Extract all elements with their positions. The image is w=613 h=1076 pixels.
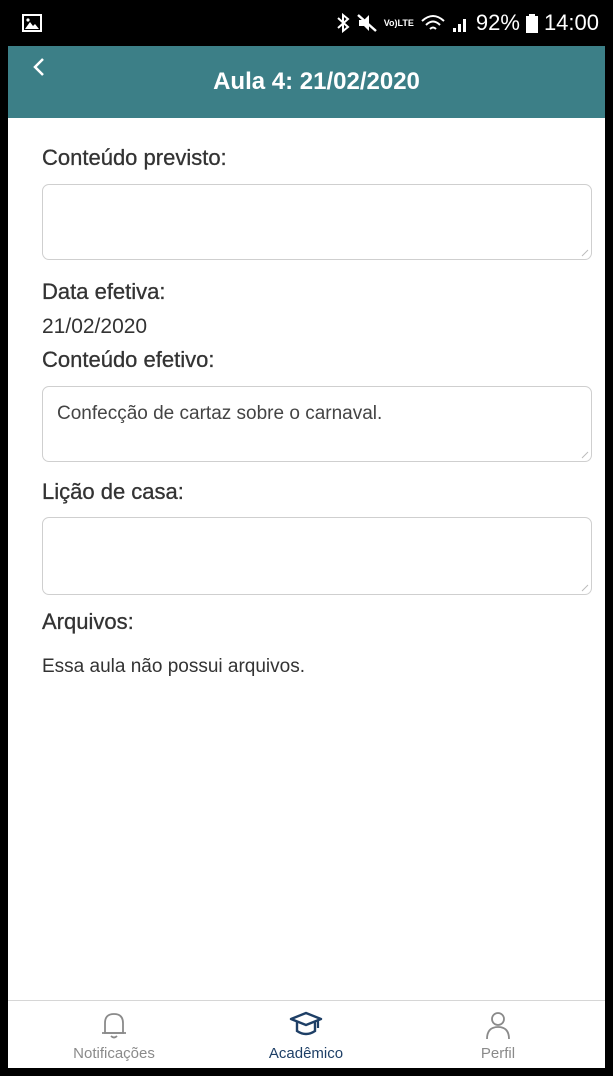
- mute-icon: [356, 13, 378, 33]
- lte-label: LTE: [397, 17, 414, 28]
- bluetooth-icon: [336, 13, 350, 33]
- conteudo-previsto-label: Conteúdo previsto:: [42, 145, 227, 170]
- resize-handle-icon[interactable]: [581, 584, 589, 592]
- battery-percent: 92%: [475, 10, 520, 35]
- clock: 14:00: [543, 10, 599, 35]
- arquivos-label: Arquivos:: [42, 609, 134, 634]
- licao-de-casa-label: Lição de casa:: [42, 479, 184, 504]
- nav-item-notificacoes[interactable]: Notificações: [34, 1007, 194, 1062]
- licao-de-casa-field[interactable]: [42, 517, 592, 595]
- wifi-icon: [420, 13, 446, 33]
- nav-item-perfil[interactable]: Perfil: [418, 1007, 578, 1062]
- bell-icon: [34, 1007, 194, 1043]
- status-icons: Vo) LTE 92% 14:00: [336, 8, 599, 38]
- resize-handle-icon[interactable]: [581, 451, 589, 459]
- volte-lte-icon: Vo) LTE: [383, 17, 414, 28]
- graduation-cap-icon: [226, 1007, 386, 1043]
- conteudo-previsto-field[interactable]: [42, 184, 592, 260]
- volte-label: Vo): [383, 17, 398, 28]
- app-bar: Aula 4: 21/02/2020: [8, 46, 605, 118]
- nav-label-notificacoes: Notificações: [73, 1045, 155, 1062]
- nav-label-academico: Acadêmico: [268, 1045, 344, 1062]
- nav-item-academico[interactable]: Acadêmico: [226, 1007, 386, 1062]
- arquivos-empty-message: Essa aula não possui arquivos.: [42, 656, 305, 677]
- battery-icon: [525, 13, 538, 33]
- status-bar: Vo) LTE 92% 14:00: [8, 0, 605, 46]
- nav-label-perfil: Perfil: [480, 1045, 516, 1062]
- conteudo-efetivo-field[interactable]: Confecção de cartaz sobre o carnaval.: [42, 386, 592, 462]
- gallery-icon: [22, 14, 42, 37]
- conteudo-efetivo-label: Conteúdo efetivo:: [42, 347, 215, 372]
- signal-icon: [452, 13, 470, 33]
- person-icon: [418, 1007, 578, 1043]
- data-efetiva-value: 21/02/2020: [42, 315, 148, 338]
- page-title: Aula 4: 21/02/2020: [213, 68, 420, 95]
- data-efetiva-label: Data efetiva:: [42, 279, 166, 304]
- resize-handle-icon[interactable]: [581, 249, 589, 257]
- screen: Vo) LTE 92% 14:00 Aula 4: 21/02/2020 Con…: [8, 0, 605, 1068]
- conteudo-efetivo-value: Confecção de cartaz sobre o carnaval.: [57, 403, 383, 424]
- bottom-nav: Notificações Acadêmico Perfil: [8, 1000, 605, 1068]
